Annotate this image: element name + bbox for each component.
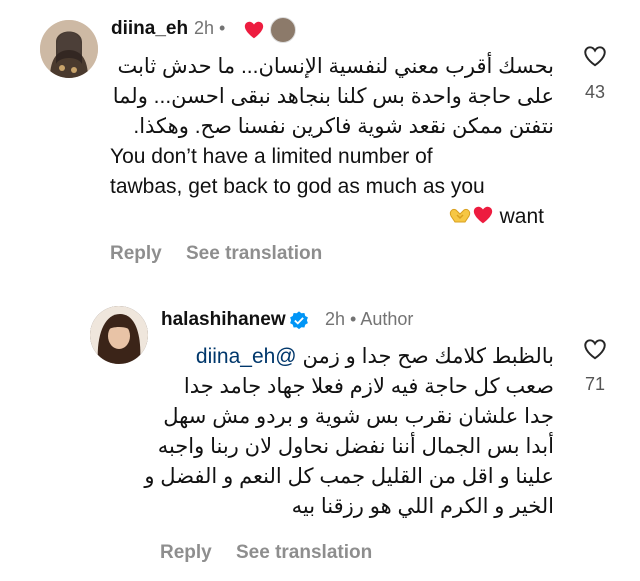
reply-button[interactable]: Reply [160, 542, 212, 564]
reply-time: 2h [325, 309, 346, 329]
separator-dot: • [219, 18, 226, 38]
reply-text: بالظبط كلامك صح جدا و زمن @diina_eh صعب … [144, 342, 554, 522]
creator-heart-icon [244, 21, 264, 39]
comment-meta: 2h • [194, 18, 225, 39]
avatar[interactable] [90, 306, 148, 364]
reply-line: أبدا بس الجمال أننا نفضل نحاول لان ربنا … [157, 435, 554, 458]
comment-line: على حاجة واحدة بس كلنا بنجاهد نبقى احسن.… [112, 85, 554, 108]
like-heart-icon[interactable] [582, 43, 608, 69]
like-heart-icon[interactable] [582, 336, 608, 362]
comment-line: want [499, 205, 544, 228]
red-heart-icon [473, 206, 492, 224]
mention-link[interactable]: @diina_eh [196, 345, 297, 368]
heart-hands-icon [449, 209, 470, 223]
comment-line: بحسك أقرب معني لنفسية الإنسان... ما حدش … [117, 55, 554, 78]
reply-username[interactable]: halashihanew [161, 309, 286, 331]
like-count: 43 [584, 82, 606, 102]
comment-diina-eh: diina_eh 2h • بحسك أقرب معني لنفسية الإن… [0, 0, 640, 280]
comment-line: نتفتن ممكن نقعد شوية فاكرين نفسنا صح. وه… [133, 115, 554, 138]
comment-line: tawbas, get back to god as much as you [110, 175, 485, 198]
avatar[interactable] [40, 20, 98, 78]
reply-line: الخير و الكرم اللي هو رزقنا بيه [291, 495, 554, 518]
comment-text: بحسك أقرب معني لنفسية الإنسان... ما حدش … [110, 52, 554, 232]
reply-line: جدا علشان نقرب بس شوية و بردو مش سهل [163, 405, 554, 428]
reply-halashihanew: halashihanew 2h • Author بالظبط كلامك صح… [0, 292, 640, 581]
reply-first-line: بالظبط كلامك صح جدا و زمن @diina_eh [152, 342, 554, 372]
comment-username[interactable]: diina_eh [111, 18, 188, 40]
see-translation-button[interactable]: See translation [186, 243, 322, 265]
comment-last-line: want [110, 202, 554, 232]
comment-line: You don’t have a limited number of [110, 145, 433, 168]
reply-line: علينا و اقل من القليل جمب كل النعم و الف… [144, 465, 554, 488]
author-label: Author [360, 309, 414, 329]
reply-line: بالظبط كلامك صح جدا و زمن [302, 345, 554, 368]
reply-meta: 2h • Author [325, 309, 413, 330]
comment-time: 2h [194, 18, 215, 38]
like-count: 71 [584, 374, 606, 394]
creator-avatar [270, 17, 296, 43]
separator-dot: • [350, 309, 357, 329]
see-translation-button[interactable]: See translation [236, 542, 372, 564]
reply-button[interactable]: Reply [110, 243, 162, 265]
reply-line: صعب كل حاجة فيه لازم فعلا جهاد جامد جدا [183, 375, 554, 398]
verified-badge-icon [290, 311, 308, 330]
